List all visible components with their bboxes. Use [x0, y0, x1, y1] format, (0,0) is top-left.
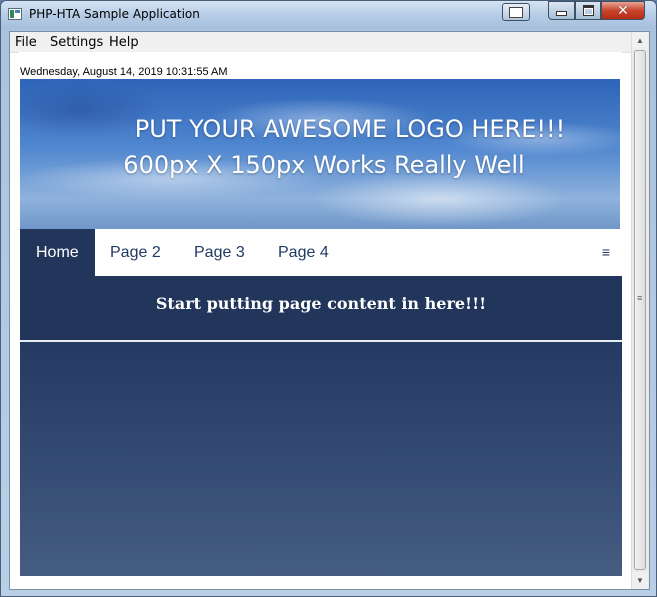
datetime-display: Wednesday, August 14, 2019 10:31:55 AM [20, 66, 228, 78]
app-icon [8, 8, 22, 20]
minimize-icon [556, 11, 567, 16]
window-switch-icon [509, 6, 523, 18]
minimize-button[interactable] [548, 1, 575, 20]
scroll-down-arrow-icon[interactable]: ▼ [632, 572, 648, 589]
nav-item-page-2[interactable]: Page 2 [94, 229, 177, 276]
maximize-icon [582, 5, 594, 16]
logo-text-line2: 600px X 150px Works Really Well [123, 151, 525, 179]
menu-file[interactable]: File [15, 35, 37, 50]
scrollbar-thumb[interactable]: ≡ [634, 50, 646, 570]
scroll-up-arrow-icon[interactable]: ▲ [632, 32, 648, 49]
application-window: PHP-HTA Sample Application ✕ File Settin… [0, 0, 657, 597]
title-bar[interactable]: PHP-HTA Sample Application ✕ [1, 1, 656, 29]
menu-settings[interactable]: Settings [50, 35, 103, 50]
window-title: PHP-HTA Sample Application [29, 7, 200, 21]
menu-bar: File Settings Help [10, 32, 633, 53]
content-body [20, 342, 622, 576]
window-extra-button[interactable] [502, 3, 530, 21]
nav-item-home[interactable]: Home [20, 229, 95, 276]
nav-item-page-4[interactable]: Page 4 [262, 229, 345, 276]
content-banner: Start putting page content in here!!! [20, 276, 622, 342]
close-button[interactable]: ✕ [601, 1, 645, 20]
maximize-button[interactable] [575, 1, 601, 20]
vertical-scrollbar[interactable]: ▲ ≡ ▼ [631, 32, 649, 589]
nav-item-page-3[interactable]: Page 3 [178, 229, 261, 276]
logo-text-line1: PUT YOUR AWESOME LOGO HERE!!! [134, 115, 566, 143]
hamburger-icon[interactable]: ≡ [602, 229, 610, 276]
scrollbar-grip-icon: ≡ [637, 293, 643, 303]
logo-banner: PUT YOUR AWESOME LOGO HERE!!! 600px X 15… [20, 79, 620, 229]
close-icon: ✕ [617, 2, 629, 19]
menu-help[interactable]: Help [109, 35, 139, 50]
client-area: File Settings Help Wednesday, August 14,… [9, 31, 650, 590]
nav-bar: Home Page 2 Page 3 Page 4 ≡ [20, 229, 622, 276]
page-content: Wednesday, August 14, 2019 10:31:55 AM P… [19, 52, 622, 576]
content-banner-text: Start putting page content in here!!! [155, 294, 487, 313]
